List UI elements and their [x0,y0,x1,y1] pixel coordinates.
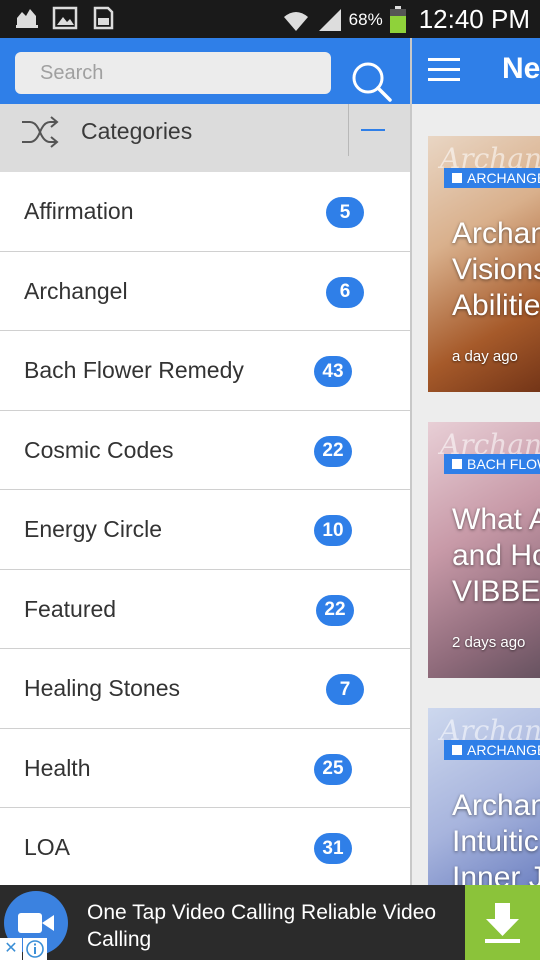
download-button[interactable] [465,885,540,960]
ad-banner[interactable]: One Tap Video Calling Reliable Video Cal… [0,885,540,960]
post-time: 2 days ago [452,634,526,651]
category-item-affirmation[interactable]: Affirmation 5 [0,172,410,252]
categories-title: Categories [81,118,193,144]
image-notification-icon [52,6,78,30]
category-count-badge: 25 [314,753,352,785]
status-indicators: 68% 12:40 PM [281,4,530,35]
category-item-health[interactable]: Health 25 [0,729,410,808]
clock: 12:40 PM [418,4,530,34]
category-count-badge: 31 [314,833,352,864]
post-title: What A and Ho VIBBES [452,503,540,608]
menu-icon[interactable] [428,58,460,82]
category-item-loa[interactable]: LOA 31 [0,808,410,885]
wifi-icon [283,11,308,31]
app-title: Ne [502,52,540,85]
post-title: Archan Intuitic Inner J [452,789,540,885]
category-tag: BACH FLOW [444,454,540,474]
category-count-badge: 7 [326,674,364,705]
category-item-bach-flower-remedy[interactable]: Bach Flower Remedy 43 [0,331,410,411]
main-content: Ne Archan ARCHANGE Archan Visions Abilit… [412,38,540,885]
category-item-featured[interactable]: Featured 22 [0,570,410,649]
post-title: Archan Visions Abilitie [452,217,540,322]
search-input[interactable] [15,52,331,94]
category-tag: ARCHANGE [444,740,540,760]
category-item-healing-stones[interactable]: Healing Stones 7 [0,649,410,729]
download-icon [485,903,520,943]
ad-close-icon[interactable]: ✕ [0,938,22,960]
app-bar: Ne [412,38,540,104]
category-item-energy-circle[interactable]: Energy Circle 10 [0,490,410,570]
category-label: Affirmation [24,198,134,224]
category-label: Energy Circle [24,516,163,542]
post-card[interactable]: Archan BACH FLOW What A and Ho VIBBES 2 … [428,422,540,678]
categories-header[interactable]: Categories [0,104,410,172]
category-count-badge: 22 [314,435,352,467]
category-count-badge: 43 [314,356,352,387]
battery-icon [389,5,406,33]
category-label: Bach Flower Remedy [24,357,244,383]
category-label: Cosmic Codes [24,436,174,463]
collapse-icon[interactable] [361,129,385,131]
post-card[interactable]: Archan ARCHANGE Archan Visions Abilitie … [428,136,540,392]
sd-card-icon [93,6,114,30]
category-count-badge: 22 [316,594,354,626]
battery-percent: 68% [348,9,383,29]
category-label: Archangel [24,277,128,304]
shuffle-icon [22,116,59,148]
category-count-badge: 10 [314,515,352,546]
notification-icons [14,6,116,30]
category-count-badge: 5 [326,197,364,228]
category-item-archangel[interactable]: Archangel 6 [0,252,410,331]
category-label: Health [24,754,91,781]
post-card[interactable]: Archan ARCHANGE Archan Intuitic Inner J [428,708,540,885]
search-icon[interactable] [350,60,394,104]
category-label: LOA [24,834,71,860]
status-bar: 68% 12:40 PM [0,0,540,38]
ad-info-icon[interactable] [23,938,47,960]
notification-app-icon [16,9,38,28]
category-label: Featured [24,595,117,622]
header-divider [348,104,349,156]
signal-icon [318,8,341,31]
ad-text: One Tap Video Calling Reliable Video Cal… [87,901,437,951]
category-label: Healing Stones [24,675,180,701]
navigation-drawer: Categories Affirmation 5 Archangel 6 Bac… [0,38,412,885]
category-tag: ARCHANGE [444,168,540,188]
category-item-cosmic-codes[interactable]: Cosmic Codes 22 [0,411,410,490]
category-count-badge: 6 [326,276,364,308]
search-bar [0,38,410,104]
post-time: a day ago [452,348,518,365]
category-list: Affirmation 5 Archangel 6 Bach Flower Re… [0,172,410,885]
